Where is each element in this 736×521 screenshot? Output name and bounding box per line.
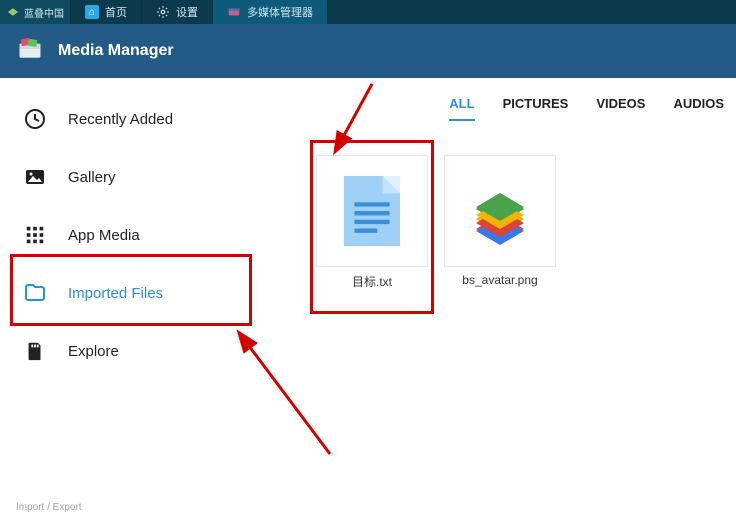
filter-pictures[interactable]: PICTURES (503, 96, 569, 121)
tab-bar: 蓝叠中国 ⌂ 首页 设置 多媒体管理器 (0, 0, 736, 24)
file-thumb-doc (316, 155, 428, 267)
sd-card-icon (22, 338, 48, 364)
tab-home[interactable]: ⌂ 首页 (71, 0, 142, 24)
brand-logo-icon (6, 5, 20, 19)
tab-label: 首页 (105, 4, 127, 20)
filter-bar: ALL PICTURES VIDEOS AUDIOS (260, 78, 736, 121)
file-name: 目标.txt (352, 273, 392, 290)
sidebar-item-gallery[interactable]: Gallery (0, 148, 260, 206)
tab-label: 多媒体管理器 (247, 4, 313, 20)
file-tile[interactable]: 目标.txt (316, 155, 428, 290)
file-thumb-image (444, 155, 556, 267)
media-manager-icon (16, 35, 44, 68)
filter-audios[interactable]: AUDIOS (673, 96, 724, 121)
tab-label: 设置 (176, 4, 198, 20)
sidebar-item-label: Gallery (68, 169, 116, 186)
main-panel: ALL PICTURES VIDEOS AUDIOS (260, 78, 736, 521)
sidebar-item-label: Explore (68, 343, 119, 360)
content-area: Recently Added Gallery App Media Importe… (0, 78, 736, 521)
grid-icon (22, 222, 48, 248)
app-header: Media Manager (0, 24, 736, 78)
tab-media-manager[interactable]: 多媒体管理器 (213, 0, 328, 24)
filter-videos[interactable]: VIDEOS (596, 96, 645, 121)
clock-icon (22, 106, 48, 132)
image-icon (22, 164, 48, 190)
sidebar-item-label: App Media (68, 227, 140, 244)
filter-all[interactable]: ALL (449, 96, 474, 121)
sidebar: Recently Added Gallery App Media Importe… (0, 78, 260, 521)
sidebar-footer: Import / Export (0, 494, 260, 521)
file-tile[interactable]: bs_avatar.png (444, 155, 556, 287)
sidebar-item-app-media[interactable]: App Media (0, 206, 260, 264)
sidebar-item-imported-files[interactable]: Imported Files (0, 264, 260, 322)
page-title: Media Manager (58, 42, 174, 60)
file-grid: 目标.txt b (260, 121, 736, 290)
tab-settings[interactable]: 设置 (142, 0, 213, 24)
folder-icon (22, 280, 48, 306)
brand-chip: 蓝叠中国 (0, 0, 71, 24)
sidebar-item-label: Imported Files (68, 285, 163, 302)
media-icon (227, 5, 241, 19)
home-icon: ⌂ (85, 5, 99, 19)
gear-icon (156, 5, 170, 19)
file-name: bs_avatar.png (462, 273, 537, 287)
sidebar-item-label: Recently Added (68, 111, 173, 128)
sidebar-item-explore[interactable]: Explore (0, 322, 260, 380)
brand-text: 蓝叠中国 (24, 5, 64, 20)
sidebar-item-recently-added[interactable]: Recently Added (0, 90, 260, 148)
